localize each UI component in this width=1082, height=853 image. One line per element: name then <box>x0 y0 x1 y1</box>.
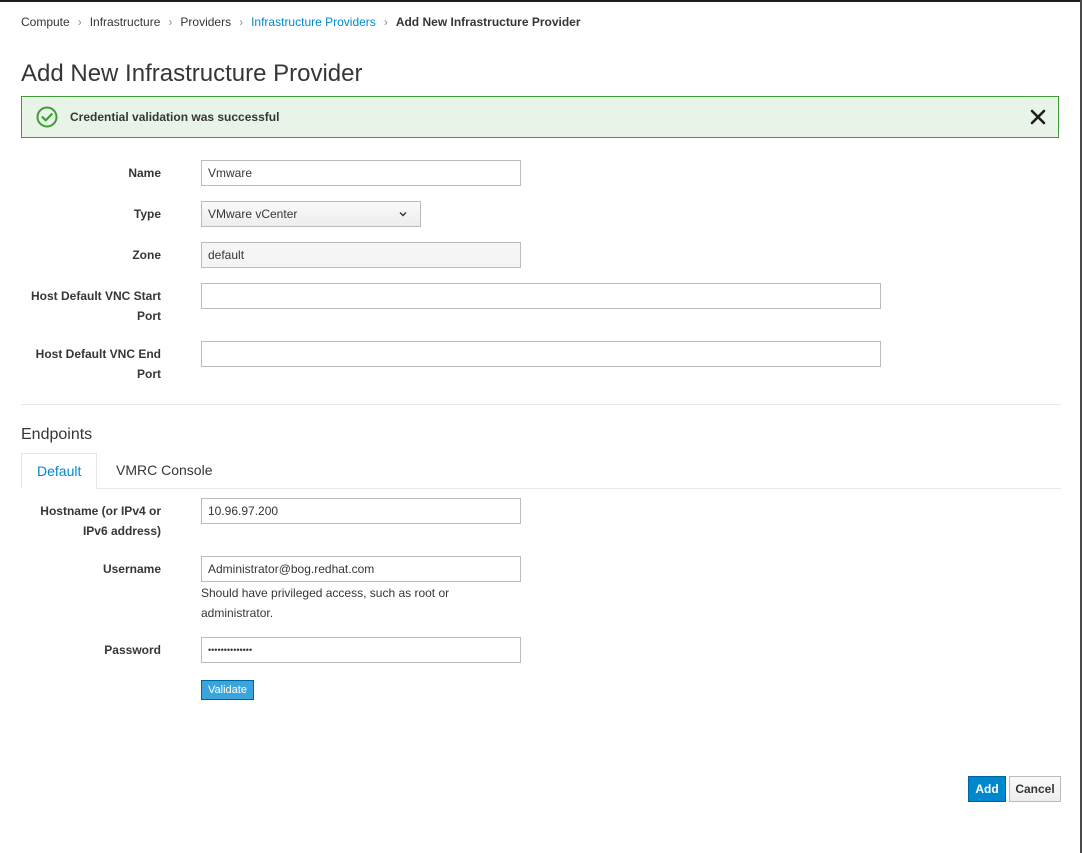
type-label: Type <box>133 207 161 221</box>
name-label: Name <box>128 166 161 180</box>
success-alert: Credential validation was successful <box>21 96 1059 138</box>
alert-message: Credential validation was successful <box>70 110 280 124</box>
password-input[interactable]: •••••••••••••• <box>201 637 521 663</box>
breadcrumb-separator: › <box>383 15 388 29</box>
vnc-end-port-label-line2: Port <box>137 367 161 381</box>
name-input[interactable]: Vmware <box>201 160 521 186</box>
breadcrumb-separator: › <box>239 15 244 29</box>
vnc-end-port-input[interactable] <box>201 341 881 367</box>
vnc-start-port-input[interactable] <box>201 283 881 309</box>
section-divider <box>21 404 1061 405</box>
hostname-label-line1: Hostname (or IPv4 or <box>40 504 161 518</box>
password-label: Password <box>104 643 161 657</box>
breadcrumb-providers[interactable]: Providers <box>180 15 231 29</box>
close-icon[interactable] <box>1030 108 1046 126</box>
username-label: Username <box>102 562 161 576</box>
breadcrumb-separator: › <box>77 15 82 29</box>
type-select[interactable]: VMware vCenter <box>201 201 421 227</box>
vnc-start-port-label-line1: Host Default VNC Start <box>30 289 161 303</box>
breadcrumb-infrastructure-providers[interactable]: Infrastructure Providers <box>251 15 376 29</box>
vnc-end-port-label-line1: Host Default VNC End <box>35 347 161 361</box>
username-help-line1: Should have privileged access, such as r… <box>201 586 450 600</box>
add-button[interactable]: Add <box>968 776 1006 802</box>
type-select-value: VMware vCenter <box>208 207 298 221</box>
username-help-text: Should have privileged access, such as r… <box>201 583 521 623</box>
zone-field: default <box>201 242 521 268</box>
cancel-button[interactable]: Cancel <box>1009 776 1061 802</box>
validate-button[interactable]: Validate <box>201 680 254 700</box>
breadcrumb-current-page: Add New Infrastructure Provider <box>395 15 581 29</box>
breadcrumb-separator: › <box>168 15 173 29</box>
username-help-line2: administrator. <box>201 606 274 620</box>
window-top-border <box>0 0 1082 2</box>
tab-default[interactable]: Default <box>21 453 98 489</box>
page-title: Add New Infrastructure Provider <box>21 60 363 87</box>
vnc-start-port-label-line2: Port <box>137 309 161 323</box>
check-circle-icon <box>36 106 58 128</box>
chevron-down-icon <box>399 212 407 217</box>
vnc-end-port-label: Host Default VNC End Port <box>21 344 161 384</box>
endpoints-tabs: Default VMRC Console <box>21 453 1061 489</box>
breadcrumb-compute[interactable]: Compute <box>21 15 70 29</box>
hostname-label: Hostname (or IPv4 or IPv6 address) <box>21 501 161 541</box>
tab-vmrc-console[interactable]: VMRC Console <box>101 453 227 488</box>
username-input[interactable]: Administrator@bog.redhat.com <box>201 556 521 582</box>
breadcrumb: Compute › Infrastructure › Providers › I… <box>21 14 581 30</box>
breadcrumb-infrastructure[interactable]: Infrastructure <box>90 15 161 29</box>
endpoints-heading: Endpoints <box>21 426 93 443</box>
vnc-start-port-label: Host Default VNC Start Port <box>21 286 161 326</box>
zone-label: Zone <box>132 248 161 262</box>
hostname-label-line2: IPv6 address) <box>82 524 161 538</box>
hostname-input[interactable]: 10.96.97.200 <box>201 498 521 524</box>
